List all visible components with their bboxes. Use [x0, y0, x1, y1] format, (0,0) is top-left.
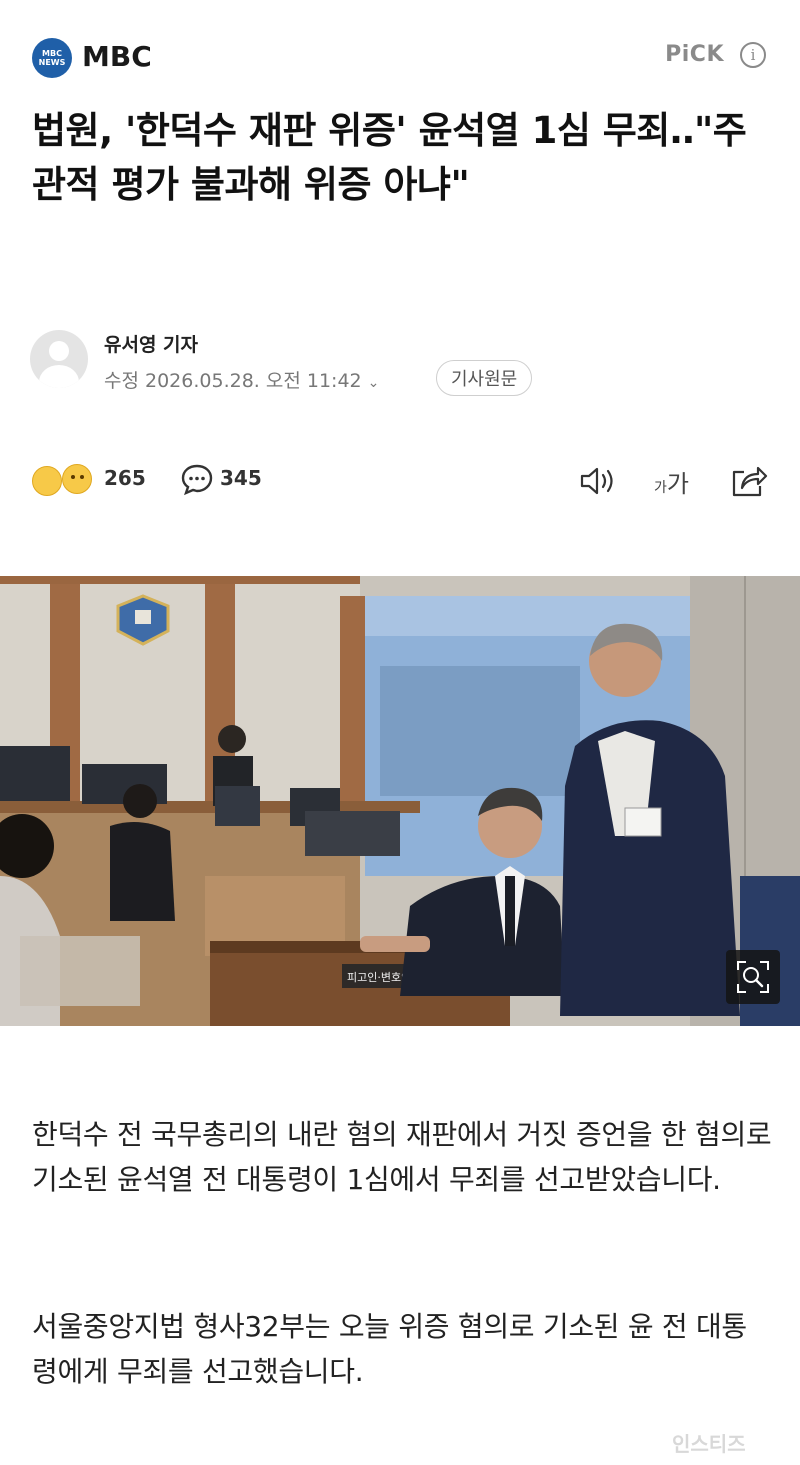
share-icon[interactable] [730, 462, 768, 498]
courtroom-illustration: 피고인·변호인석 [0, 576, 800, 1026]
comment-count[interactable]: 345 [220, 466, 262, 490]
press-logo-line1: MBC [42, 49, 62, 58]
article-date[interactable]: 수정 2026.05.28. 오전 11:42 ⌄ [104, 366, 379, 393]
article-paragraph: 서울중앙지법 형사32부는 오늘 위증 혐의로 기소된 윤 전 대통령에게 무죄… [32, 1310, 747, 1388]
author-name[interactable]: 유서영 기자 [104, 330, 198, 357]
courtroom-photo[interactable]: 피고인·변호인석 [0, 576, 800, 1026]
press-header: MBC NEWS MBC PiCK i [32, 36, 768, 80]
reaction-emoji-icon[interactable] [32, 462, 102, 498]
press-logo-line2: NEWS [38, 58, 66, 67]
chevron-down-icon: ⌄ [367, 375, 380, 391]
font-size-large: 가 [666, 470, 689, 498]
action-bar: 265 345 가가 [32, 458, 768, 502]
press-logo[interactable]: MBC NEWS [32, 38, 72, 78]
watermark: 인스티즈 [672, 1432, 746, 1456]
comment-icon[interactable] [180, 462, 214, 496]
font-size-small: 가 [654, 480, 667, 496]
reaction-count[interactable]: 265 [104, 466, 146, 490]
info-icon[interactable]: i [740, 42, 766, 68]
pick-label: PiCK [665, 42, 724, 67]
font-size-icon[interactable]: 가가 [654, 464, 689, 499]
speaker-icon[interactable] [578, 464, 618, 498]
press-name[interactable]: MBC [82, 40, 152, 73]
date-text: 수정 2026.05.28. 오전 11:42 [104, 370, 362, 392]
avatar-icon[interactable] [30, 330, 88, 388]
article-paragraph: 한덕수 전 국무총리의 내란 혐의 재판에서 거짓 증언을 한 혐의로 기소된 … [32, 1118, 772, 1196]
article-headline: 법원, '한덕수 재판 위증' 윤석열 1심 무죄‥"주관적 평가 불과해 위증… [32, 109, 747, 206]
zoom-icon[interactable] [726, 950, 780, 1004]
zoom-glyph [737, 961, 769, 993]
original-article-button[interactable]: 기사원문 [436, 360, 533, 396]
